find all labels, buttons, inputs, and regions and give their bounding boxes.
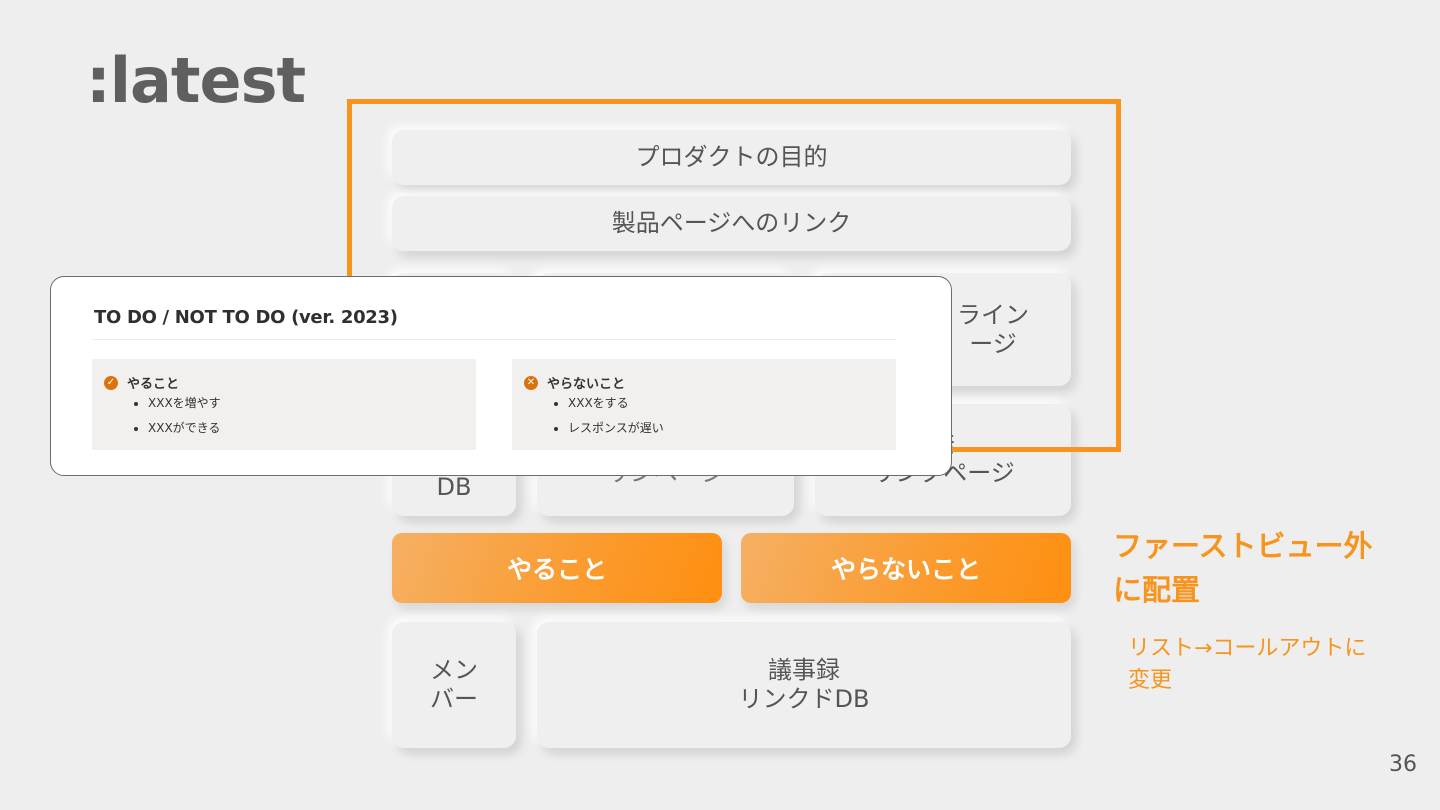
not-todo-card-label: やらないこと [830, 555, 981, 584]
not-todo-list: XXXをする レスポンスが遅い [548, 391, 664, 441]
todo-column: ✓ やること XXXを増やす XXXができる [92, 359, 476, 450]
list-item: レスポンスが遅い [568, 416, 664, 441]
slide-title: :latest [86, 44, 306, 117]
todo-card-label: やること [506, 555, 607, 584]
list-item: XXXをする [568, 391, 664, 416]
not-todo-card: やらないこと [741, 533, 1071, 603]
list-item: XXXを増やす [148, 391, 221, 416]
todo-heading: ✓ やること [104, 373, 179, 392]
list-item: XXXができる [148, 416, 221, 441]
x-circle-icon: ✕ [524, 375, 538, 390]
member-line1: メン [430, 656, 478, 685]
annotation-note-line1: リスト→コールアウトに [1128, 636, 1367, 661]
annotation-heading-line2: に配置 [1113, 573, 1201, 607]
todo-card: やること [392, 533, 722, 603]
callout-title: TO DO / NOT TO DO (ver. 2023) [94, 307, 398, 328]
not-todo-heading: ✕ やらないこと [524, 373, 625, 392]
minutes-card: 議事録 リンクドDB [537, 622, 1071, 748]
annotation-note-line2: 変更 [1128, 668, 1173, 693]
callout-divider [92, 339, 896, 340]
page-number: 36 [1389, 752, 1417, 777]
annotation-heading: ファーストビュー外 に配置 [1113, 524, 1373, 612]
todo-list: XXXを増やす XXXができる [128, 391, 221, 441]
minutes-line2: リンクドDB [738, 685, 870, 713]
minutes-line1: 議事録 [767, 656, 840, 685]
callout-panel: TO DO / NOT TO DO (ver. 2023) ✓ やること XXX… [50, 276, 952, 476]
todo-heading-text: やること [127, 377, 180, 392]
annotation-heading-line1: ファーストビュー外 [1113, 529, 1373, 563]
not-todo-column: ✕ やらないこと XXXをする レスポンスが遅い [512, 359, 896, 450]
annotation-note: リスト→コールアウトに 変更 [1128, 633, 1366, 697]
member-line2: バー [430, 685, 478, 713]
check-circle-icon: ✓ [104, 375, 118, 390]
row4-left-label: DB [436, 473, 472, 502]
member-card: メン バー [392, 622, 516, 748]
not-todo-heading-text: やらないこと [547, 377, 626, 392]
